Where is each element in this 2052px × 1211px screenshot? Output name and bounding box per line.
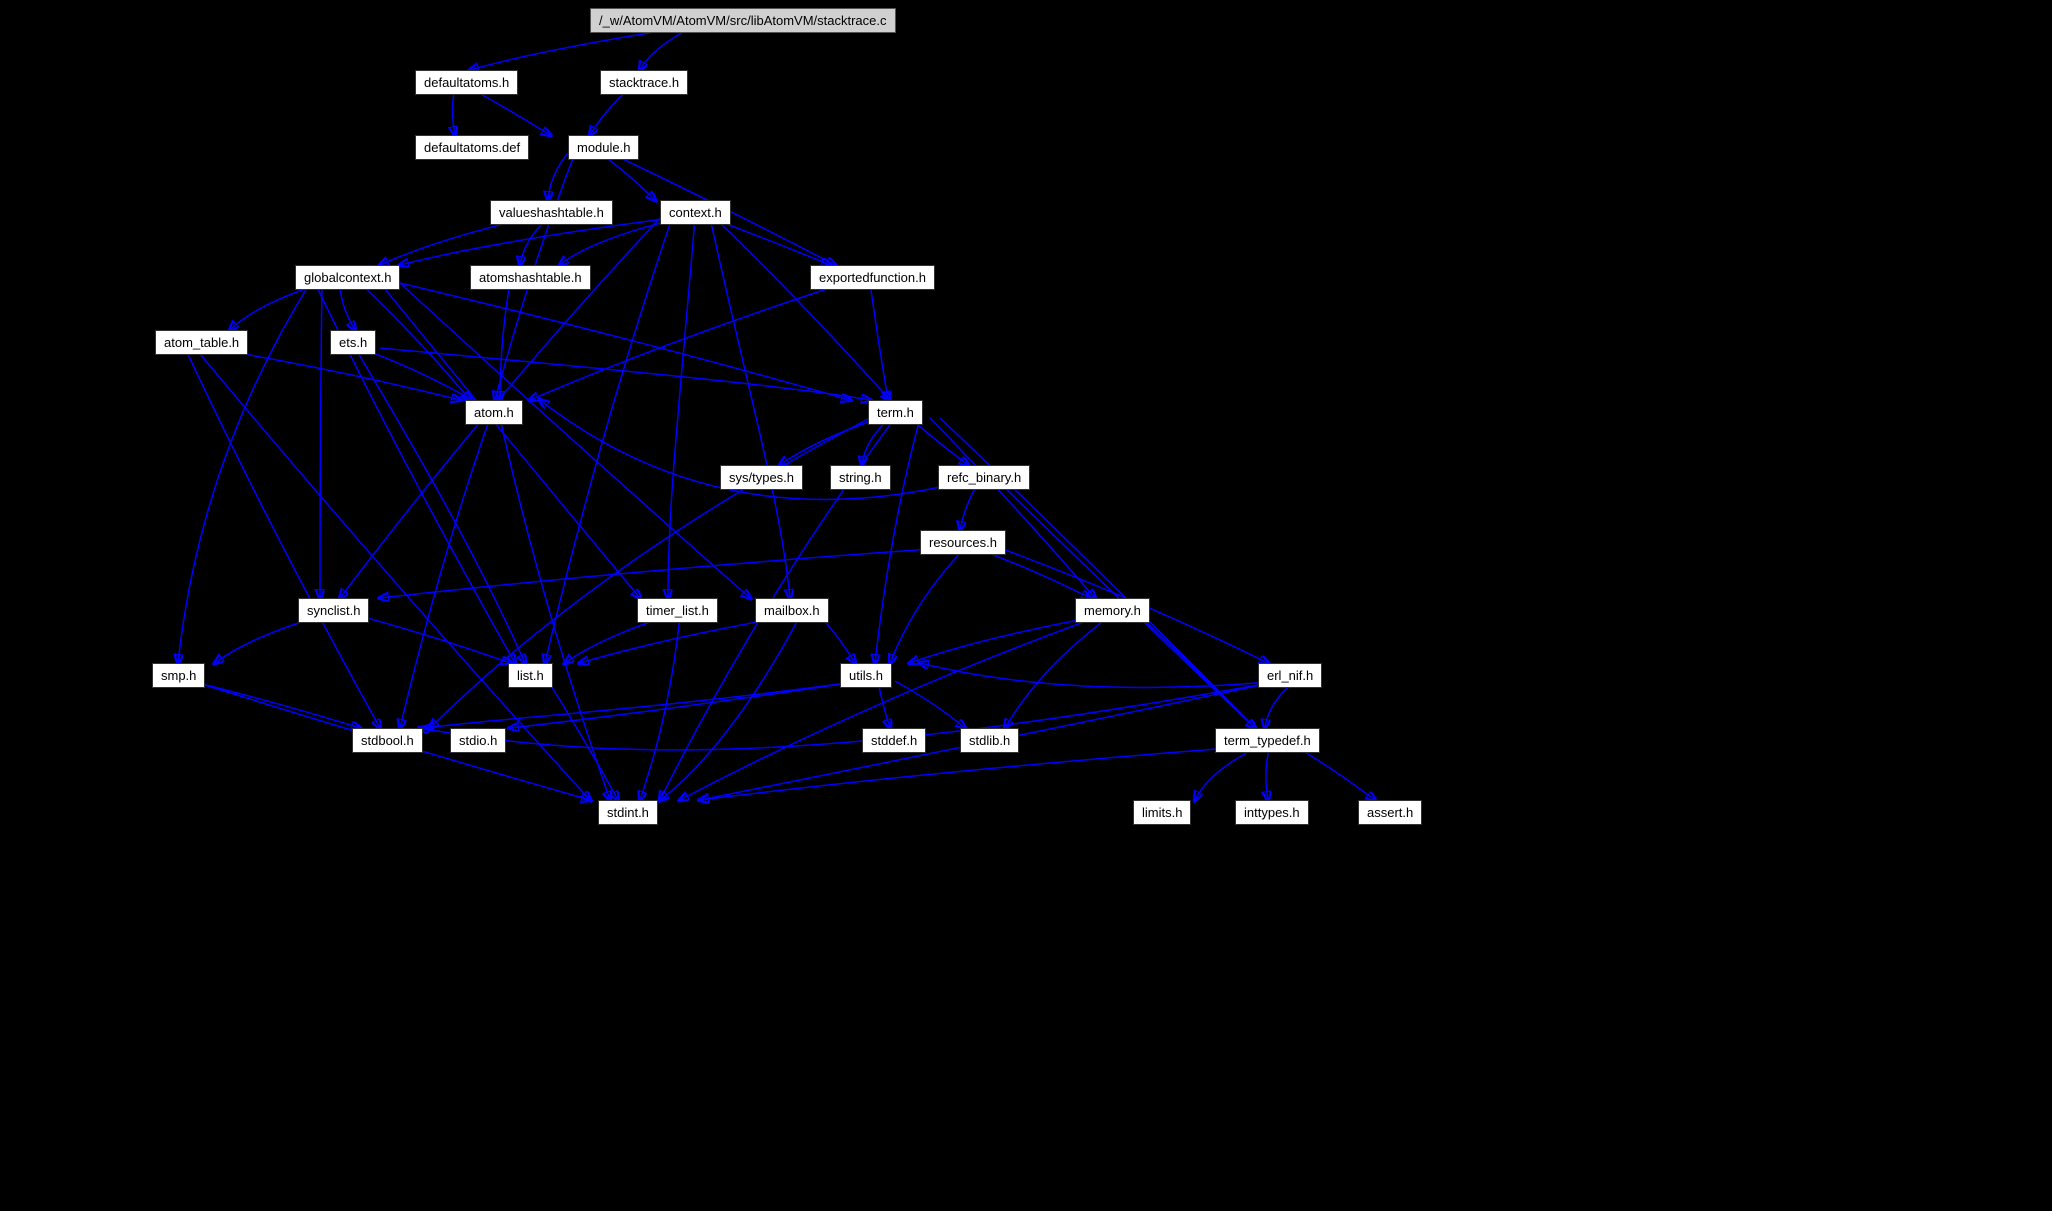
node-module-h[interactable]: module.h [568,135,639,160]
node-label: sys/types.h [729,470,794,485]
node-label: stddef.h [871,733,917,748]
node-label: valueshashtable.h [499,205,604,220]
node-label: smp.h [161,668,196,683]
node-refc-binary-h[interactable]: refc_binary.h [938,465,1030,490]
node-sys-types-h[interactable]: sys/types.h [720,465,803,490]
node-memory-h[interactable]: memory.h [1075,598,1150,623]
node-label: exportedfunction.h [819,270,926,285]
node-exportedfunction-h[interactable]: exportedfunction.h [810,265,935,290]
node-stacktrace-h[interactable]: stacktrace.h [600,70,688,95]
node-label: term_typedef.h [1224,733,1311,748]
node-valueshashtable-h[interactable]: valueshashtable.h [490,200,613,225]
node-label: context.h [669,205,722,220]
node-term-h[interactable]: term.h [868,400,923,425]
node-label: ets.h [339,335,367,350]
node-defaultatoms-def[interactable]: defaultatoms.def [415,135,529,160]
node-smp-h[interactable]: smp.h [152,663,205,688]
node-utils-h[interactable]: utils.h [840,663,892,688]
node-label: defaultatoms.def [424,140,520,155]
node-label: utils.h [849,668,883,683]
node-label: resources.h [929,535,997,550]
node-inttypes-h[interactable]: inttypes.h [1235,800,1309,825]
node-label: stdlib.h [969,733,1010,748]
root-node[interactable]: /_w/AtomVM/AtomVM/src/libAtomVM/stacktra… [590,8,896,33]
node-atom-h[interactable]: atom.h [465,400,523,425]
node-term-typedef-h[interactable]: term_typedef.h [1215,728,1320,753]
node-string-h[interactable]: string.h [830,465,891,490]
node-list-h[interactable]: list.h [508,663,553,688]
node-label: list.h [517,668,544,683]
node-ets-h[interactable]: ets.h [330,330,376,355]
node-stdio-h[interactable]: stdio.h [450,728,506,753]
node-resources-h[interactable]: resources.h [920,530,1006,555]
node-label: stacktrace.h [609,75,679,90]
node-erl-nif-h[interactable]: erl_nif.h [1258,663,1322,688]
node-stdint-h[interactable]: stdint.h [598,800,658,825]
node-synclist-h[interactable]: synclist.h [298,598,369,623]
node-mailbox-h[interactable]: mailbox.h [755,598,829,623]
node-label: timer_list.h [646,603,709,618]
node-timer-list-h[interactable]: timer_list.h [637,598,718,623]
node-defaultatoms-h[interactable]: defaultatoms.h [415,70,518,95]
root-label: /_w/AtomVM/AtomVM/src/libAtomVM/stacktra… [599,13,887,28]
node-atom-table-h[interactable]: atom_table.h [155,330,248,355]
node-limits-h[interactable]: limits.h [1133,800,1191,825]
node-label: assert.h [1367,805,1413,820]
node-label: atom.h [474,405,514,420]
node-label: stdint.h [607,805,649,820]
node-assert-h[interactable]: assert.h [1358,800,1422,825]
node-label: module.h [577,140,630,155]
node-label: inttypes.h [1244,805,1300,820]
node-label: globalcontext.h [304,270,391,285]
node-label: atom_table.h [164,335,239,350]
node-label: defaultatoms.h [424,75,509,90]
node-label: erl_nif.h [1267,668,1313,683]
node-label: memory.h [1084,603,1141,618]
node-label: mailbox.h [764,603,820,618]
node-label: term.h [877,405,914,420]
node-label: synclist.h [307,603,360,618]
node-label: string.h [839,470,882,485]
node-label: refc_binary.h [947,470,1021,485]
node-label: stdio.h [459,733,497,748]
node-stddef-h[interactable]: stddef.h [862,728,926,753]
node-stdbool-h[interactable]: stdbool.h [352,728,423,753]
node-atomshashtable-h[interactable]: atomshashtable.h [470,265,591,290]
node-label: stdbool.h [361,733,414,748]
node-label: atomshashtable.h [479,270,582,285]
node-label: limits.h [1142,805,1182,820]
node-globalcontext-h[interactable]: globalcontext.h [295,265,400,290]
node-context-h[interactable]: context.h [660,200,731,225]
node-stdlib-h[interactable]: stdlib.h [960,728,1019,753]
